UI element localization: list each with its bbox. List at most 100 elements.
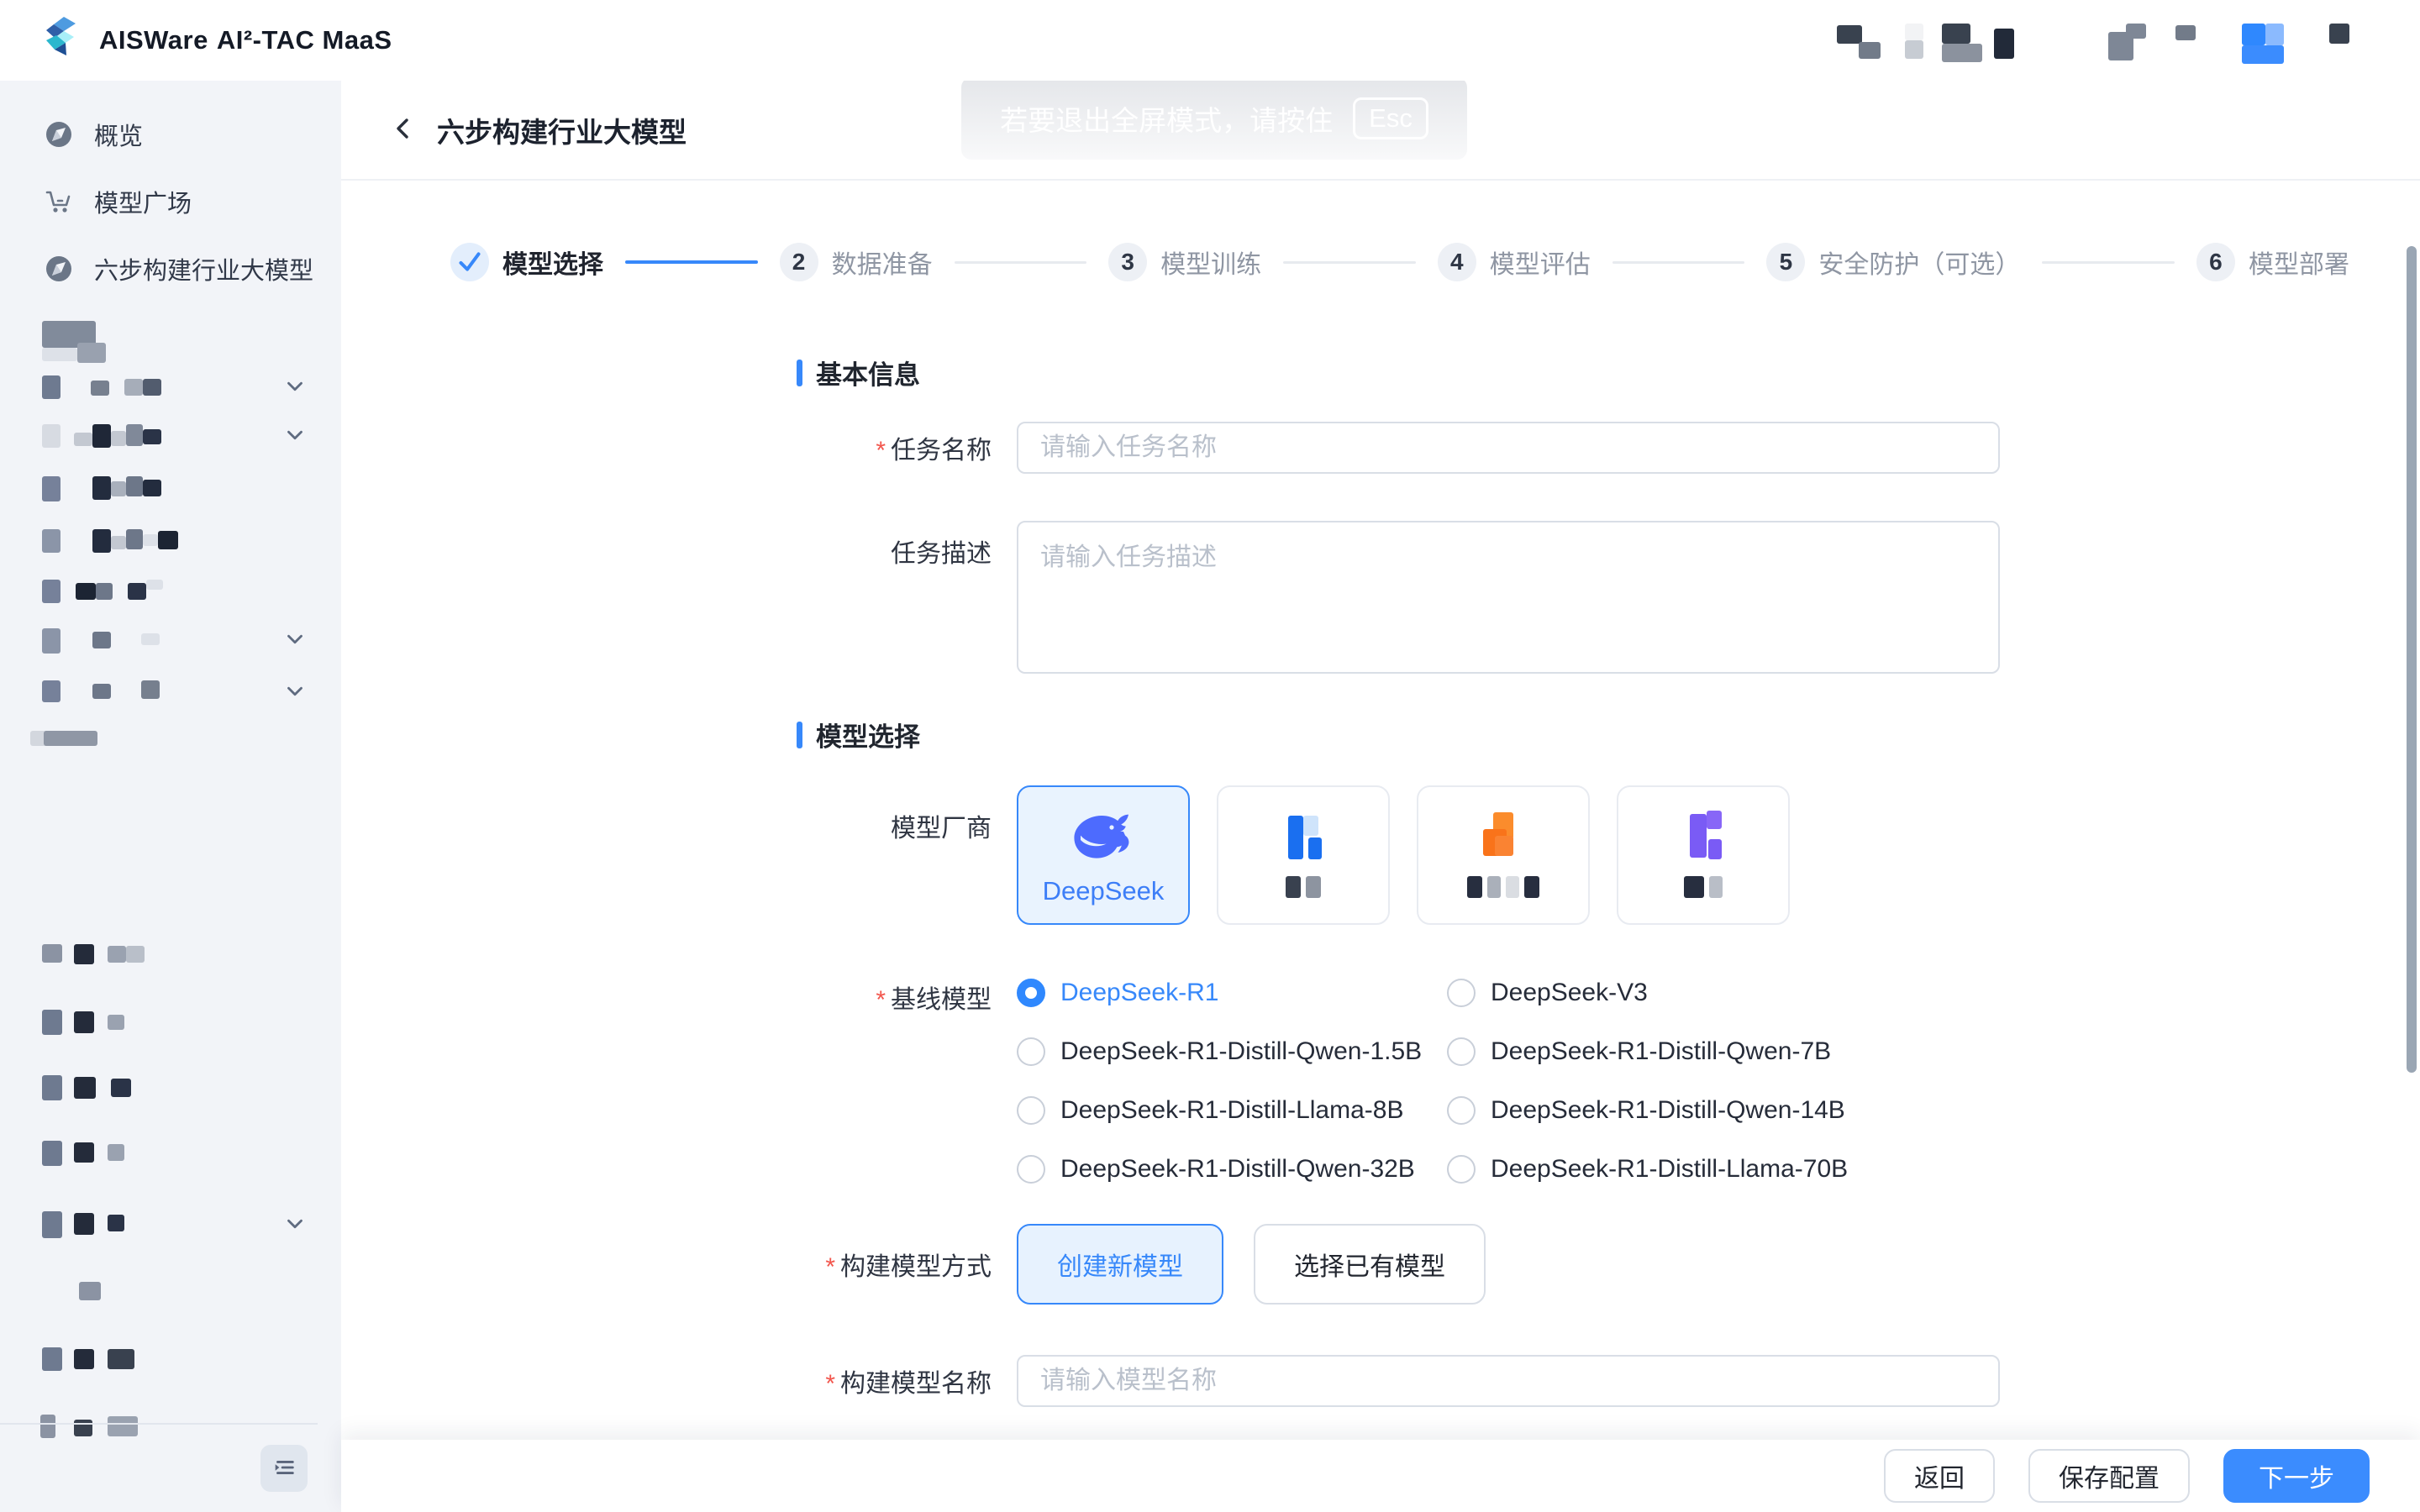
baseline-option-deepseek-r1-distill-qwen-14b[interactable]: DeepSeek-R1-Distill-Qwen-14B [1447,1096,1848,1125]
required-asterisk: * [876,986,886,1014]
task-name-input[interactable] [1017,422,2000,474]
baseline-option-deepseek-r1[interactable]: DeepSeek-R1 [1017,979,1447,1007]
redacted-block [108,1416,138,1436]
sidebar-item-redacted[interactable] [0,528,341,559]
select-existing-model-button[interactable]: 选择已有模型 [1254,1224,1486,1305]
vendor-card-redacted-1[interactable] [1217,785,1390,925]
stepper-step-5[interactable]: 5安全防护（可选） [1766,243,2020,281]
redacted-icon [42,1211,62,1238]
radio-icon [1447,1096,1476,1125]
scrollbar-thumb[interactable] [2407,246,2417,1073]
sidebar-item-redacted[interactable] [0,944,341,976]
redacted-header-item[interactable] [1942,44,1982,62]
sidebar-item-model-plaza[interactable]: 模型广场 [0,176,341,227]
sidebar-item-six-step-build[interactable]: 六步构建行业大模型 [0,244,341,294]
sidebar-item-redacted[interactable] [0,731,341,763]
redacted-header-item[interactable] [1942,24,1970,44]
sidebar-item-redacted[interactable] [0,321,341,353]
sidebar-item-redacted[interactable] [0,1010,341,1042]
redacted-header-item[interactable] [1837,25,1862,44]
create-new-model-button[interactable]: 创建新模型 [1017,1224,1223,1305]
sidebar-item-redacted[interactable] [0,1141,341,1173]
redacted-icon [40,1415,55,1438]
step-number: 2 [780,243,818,281]
baseline-option-deepseek-r1-distill-qwen-1.5b[interactable]: DeepSeek-R1-Distill-Qwen-1.5B [1017,1037,1447,1066]
redacted-block [1708,839,1722,859]
redacted-block [108,1144,124,1161]
task-name-label: *任务名称 [797,429,992,466]
chevron-down-icon [282,1211,308,1236]
section-title-model-select: 模型选择 [797,716,2420,753]
baseline-option-deepseek-r1-distill-qwen-32b[interactable]: DeepSeek-R1-Distill-Qwen-32B [1017,1155,1447,1184]
redacted-block [1495,836,1513,856]
sidebar-item-redacted[interactable] [0,679,341,711]
redacted-block [96,583,113,600]
cart-icon [44,186,74,217]
back-action-button[interactable]: 返回 [1884,1449,1995,1503]
baseline-model-options: DeepSeek-R1DeepSeek-V3 DeepSeek-R1-Distil… [1017,979,1848,1184]
sidebar-item-redacted[interactable] [0,1347,341,1379]
sidebar-item-redacted[interactable] [0,1415,341,1446]
sidebar-item-redacted[interactable] [0,1282,341,1314]
stepper-step-4[interactable]: 4模型评估 [1438,243,1591,281]
redacted-block [111,1079,131,1097]
collapse-sidebar-icon [271,1455,297,1483]
sidebar-nav: 概览模型广场六步构建行业大模型 [0,81,341,294]
stepper-step-1[interactable]: 模型选择 [450,243,603,281]
wizard-stepper: 模型选择 2数据准备 3模型训练 4模型评估 5安全防护（可选） 6模型部署 [450,243,2349,281]
redacted-icon [42,476,60,501]
radio-label: DeepSeek-R1-Distill-Llama-70B [1491,1155,1848,1184]
stepper-step-3[interactable]: 3模型训练 [1108,243,1261,281]
task-desc-textarea[interactable] [1017,521,2000,674]
sidebar-item-redacted[interactable] [0,475,341,507]
sidebar-item-redacted[interactable] [0,627,341,659]
redacted-header-item[interactable] [1905,24,1923,40]
redacted-header-item[interactable] [2126,24,2146,39]
brand-logo: AISWareAI²-TAC MaaS [44,0,392,81]
vendor-card-deepseek[interactable]: DeepSeek [1017,785,1190,925]
redacted-header-item[interactable] [2329,24,2349,44]
redacted-header-item[interactable] [1905,40,1923,59]
redacted-icon [42,1075,62,1100]
sidebar-item-redacted[interactable] [0,423,341,454]
stepper-step-6[interactable]: 6模型部署 [2196,243,2349,281]
redacted-block [141,680,160,699]
section-title-basic-info: 基本信息 [797,354,2420,391]
sidebar-item-redacted[interactable] [0,374,341,406]
save-config-button[interactable]: 保存配置 [2028,1449,2190,1503]
baseline-option-deepseek-v3[interactable]: DeepSeek-V3 [1447,979,1848,1007]
sidebar-item-overview[interactable]: 概览 [0,109,341,160]
redacted-block [108,1349,134,1369]
next-step-button[interactable]: 下一步 [2223,1449,2370,1503]
sidebar: 概览模型广场六步构建行业大模型 [0,81,341,1512]
redacted-block [1709,876,1723,898]
sidebar-item-redacted[interactable] [0,1075,341,1107]
redacted-block [1308,837,1322,859]
stepper-step-2[interactable]: 2数据准备 [780,243,933,281]
redacted-block [92,476,111,500]
toast-text: 若要退出全屏模式，请按住 [1000,98,1333,139]
sidebar-item-redacted[interactable] [0,578,341,610]
redacted-header-item[interactable] [2242,45,2284,64]
step-connector [1612,261,1745,264]
model-name-input[interactable] [1017,1355,2000,1407]
back-button[interactable] [388,115,418,145]
action-footer: 返回 保存配置 下一步 [341,1440,2420,1512]
vendor-card-redacted-2[interactable] [1417,785,1590,925]
sidebar-collapse-button[interactable] [260,1445,308,1492]
baseline-option-deepseek-r1-distill-qwen-7b[interactable]: DeepSeek-R1-Distill-Qwen-7B [1447,1037,1848,1066]
redacted-header-item[interactable] [2175,25,2196,40]
redacted-block [92,632,111,648]
baseline-option-deepseek-r1-distill-llama-8b[interactable]: DeepSeek-R1-Distill-Llama-8B [1017,1096,1447,1125]
redacted-block [1288,816,1303,859]
redacted-header-item[interactable] [1994,29,2014,59]
sidebar-item-redacted[interactable] [0,1211,341,1243]
redacted-block [124,379,143,396]
redacted-header-item[interactable] [2242,24,2265,45]
aisware-logo-icon [44,15,82,66]
redacted-header-item[interactable] [1859,42,1881,59]
baseline-option-deepseek-r1-distill-llama-70b[interactable]: DeepSeek-R1-Distill-Llama-70B [1447,1155,1848,1184]
vendor-card-redacted-3[interactable] [1617,785,1790,925]
redacted-header-item[interactable] [2265,24,2284,45]
redacted-block [1306,876,1321,898]
